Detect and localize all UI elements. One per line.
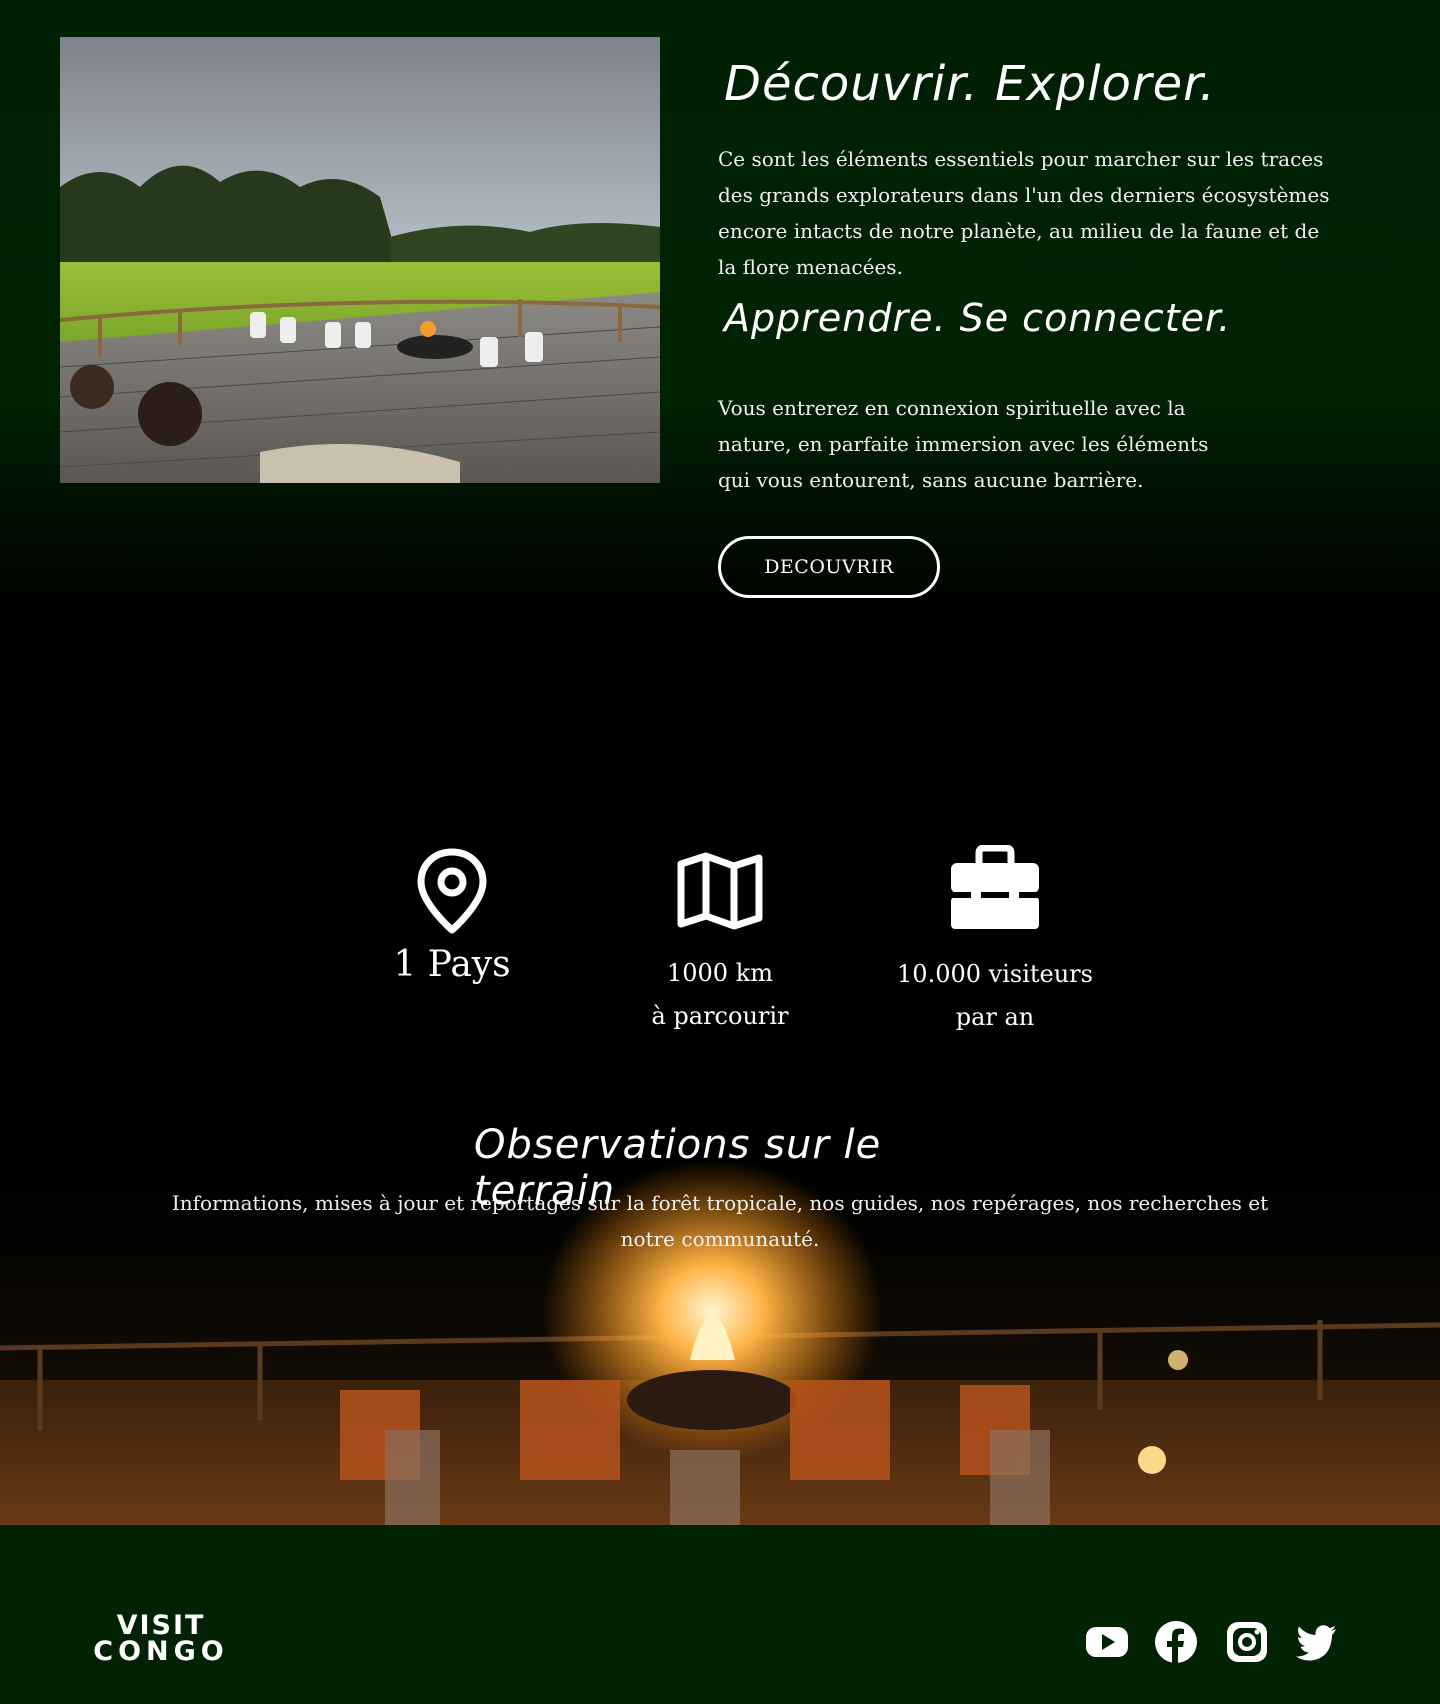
stat-visitors: 10.000 visiteurs par an [880, 845, 1110, 1039]
facebook-icon[interactable] [1154, 1620, 1198, 1664]
stat-distance: 1000 km à parcourir [620, 852, 820, 1038]
connection-paragraph: Vous entrerez en connexion spirituelle a… [718, 396, 1209, 492]
twitter-icon[interactable] [1294, 1620, 1338, 1664]
stat-visitors-label: par an [955, 1003, 1035, 1031]
footer: VISIT CONGO [0, 1525, 1440, 1704]
stat-country-label: 1 Pays [393, 944, 511, 985]
safari-deck-photo [60, 37, 660, 483]
stat-distance-label: à parcourir [651, 1002, 789, 1030]
instagram-icon[interactable] [1225, 1620, 1269, 1664]
youtube-icon[interactable] [1085, 1620, 1129, 1664]
map-pin-icon [417, 848, 487, 934]
logo-line-2: CONGO [93, 1636, 229, 1667]
stat-visitors-value: 10.000 visiteurs [897, 960, 1093, 988]
stat-country: 1 Pays [382, 848, 522, 985]
visit-congo-logo[interactable]: VISIT CONGO [86, 1612, 236, 1667]
heading-learn: Apprendre. Se connecter. [724, 296, 1232, 340]
observations-text: Informations, mises à jour et reportages… [171, 1191, 1269, 1251]
stat-distance-value: 1000 km [666, 959, 773, 987]
folded-map-icon [677, 852, 763, 930]
briefcase-icon [951, 845, 1039, 929]
heading-discover: Découvrir. Explorer. [724, 56, 1216, 112]
intro-section: Découvrir. Explorer. Ce sont les élément… [0, 0, 1440, 720]
intro-paragraph: Ce sont les éléments essentiels pour mar… [718, 147, 1330, 279]
discover-button[interactable]: DECOUVRIR [718, 536, 940, 598]
